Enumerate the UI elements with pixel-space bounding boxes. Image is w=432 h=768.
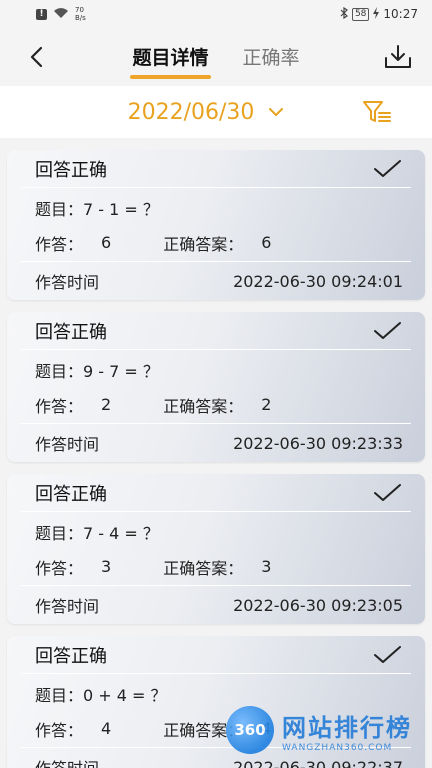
bluetooth-icon bbox=[340, 6, 348, 22]
alert-icon: ! bbox=[36, 8, 47, 20]
answer-label: 作答： bbox=[35, 558, 84, 578]
answer-value: 4 bbox=[101, 719, 112, 738]
tab-accuracy[interactable]: 正确率 bbox=[243, 35, 300, 70]
record-answer-row: 作答： 6 正确答案： 6 bbox=[21, 224, 411, 262]
time-label: 作答时间 bbox=[35, 273, 100, 292]
time-value: 2022-06-30 09:24:01 bbox=[233, 271, 403, 291]
time-label: 作答时间 bbox=[35, 597, 100, 616]
status-bar-right: 58 10:27 bbox=[340, 6, 418, 22]
record-question: 题目： 9 - 7 = ？ bbox=[21, 350, 411, 386]
record-answer-row: 作答： 2 正确答案： 2 bbox=[21, 386, 411, 424]
correct-answer-label: 正确答案： bbox=[163, 396, 244, 416]
battery-level: 58 bbox=[351, 7, 370, 21]
question-label: 题目： bbox=[35, 686, 84, 705]
correct-answer-label: 正确答案： bbox=[163, 234, 244, 254]
answer-label: 作答： bbox=[35, 720, 84, 740]
record-time-row: 作答时间 2022-06-30 09:22:37 bbox=[21, 748, 411, 768]
network-speed-value: 70 bbox=[75, 6, 84, 14]
record-question: 题目： 7 - 1 = ？ bbox=[21, 188, 411, 224]
record-question: 题目： 7 - 4 = ？ bbox=[21, 512, 411, 548]
record-status: 回答正确 bbox=[35, 159, 107, 181]
record-card[interactable]: 回答正确 题目： 7 - 4 = ？ 作答： 3 正确答案： 3 作答时间 20… bbox=[7, 474, 425, 624]
question-label: 题目： bbox=[35, 362, 84, 381]
status-bar-left: ! 70 B/s bbox=[36, 6, 86, 22]
question-text: 7 - 4 = ？ bbox=[83, 524, 159, 543]
correct-answer-label: 正确答案： bbox=[163, 558, 244, 578]
filter-list-icon bbox=[363, 101, 391, 122]
charging-icon bbox=[373, 6, 380, 22]
record-status: 回答正确 bbox=[35, 321, 107, 343]
record-answer-row: 作答： 4 正确答案： 4 bbox=[21, 710, 411, 748]
status-time: 10:27 bbox=[383, 7, 418, 21]
question-label: 题目： bbox=[35, 200, 84, 219]
date-picker[interactable]: 2022/06/30 bbox=[128, 100, 285, 125]
correct-answer-value: 2 bbox=[261, 395, 272, 414]
download-icon bbox=[385, 45, 411, 68]
question-text: 7 - 1 = ？ bbox=[83, 200, 159, 219]
checkmark-icon bbox=[374, 321, 401, 339]
record-status: 回答正确 bbox=[35, 483, 107, 505]
record-card[interactable]: 回答正确 题目： 9 - 7 = ？ 作答： 2 正确答案： 2 作答时间 20… bbox=[7, 312, 425, 462]
checkmark-icon bbox=[374, 483, 401, 501]
record-card[interactable]: 回答正确 题目： 7 - 1 = ？ 作答： 6 正确答案： 6 作答时间 20… bbox=[7, 150, 425, 300]
chevron-left-icon bbox=[30, 46, 43, 68]
record-question: 题目： 0 + 4 = ？ bbox=[21, 674, 411, 710]
correct-answer-value: 3 bbox=[261, 557, 272, 576]
status-bar: ! 70 B/s 58 10:27 bbox=[0, 0, 432, 28]
record-time-row: 作答时间 2022-06-30 09:23:05 bbox=[21, 586, 411, 624]
question-text: 0 + 4 = ？ bbox=[83, 686, 167, 705]
record-card[interactable]: 回答正确 题目： 0 + 4 = ？ 作答： 4 正确答案： 4 作答时间 20… bbox=[7, 636, 425, 768]
time-value: 2022-06-30 09:22:37 bbox=[233, 757, 403, 768]
correct-answer-value: 4 bbox=[261, 719, 272, 738]
record-list: 回答正确 题目： 7 - 1 = ？ 作答： 6 正确答案： 6 作答时间 20… bbox=[0, 138, 432, 768]
date-filter-bar: 2022/06/30 bbox=[0, 86, 432, 138]
back-button[interactable] bbox=[24, 43, 48, 71]
question-label: 题目： bbox=[35, 524, 84, 543]
answer-label: 作答： bbox=[35, 234, 84, 254]
record-header: 回答正确 bbox=[21, 312, 411, 350]
question-text: 9 - 7 = ？ bbox=[83, 362, 159, 381]
chevron-down-icon bbox=[269, 108, 284, 116]
answer-value: 3 bbox=[101, 557, 112, 576]
checkmark-icon bbox=[374, 645, 401, 663]
record-answer-row: 作答： 3 正确答案： 3 bbox=[21, 548, 411, 586]
record-header: 回答正确 bbox=[21, 474, 411, 512]
record-header: 回答正确 bbox=[21, 150, 411, 188]
time-label: 作答时间 bbox=[35, 755, 99, 768]
record-header: 回答正确 bbox=[21, 636, 411, 674]
checkmark-icon bbox=[374, 159, 401, 177]
answer-value: 6 bbox=[101, 233, 112, 252]
tab-bar: 题目详情 正确率 bbox=[130, 35, 300, 79]
download-button[interactable] bbox=[382, 42, 414, 72]
correct-answer-label: 正确答案： bbox=[163, 720, 244, 740]
time-value: 2022-06-30 09:23:05 bbox=[233, 595, 403, 615]
network-speed-unit: B/s bbox=[75, 14, 86, 22]
answer-label: 作答： bbox=[35, 396, 84, 416]
selected-date: 2022/06/30 bbox=[127, 99, 255, 125]
wifi-icon bbox=[53, 7, 69, 22]
correct-answer-value: 6 bbox=[261, 233, 272, 252]
time-label: 作答时间 bbox=[35, 435, 100, 454]
time-value: 2022-06-30 09:23:33 bbox=[233, 433, 403, 453]
header: 题目详情 正确率 bbox=[0, 28, 432, 86]
record-time-row: 作答时间 2022-06-30 09:24:01 bbox=[21, 262, 411, 300]
answer-value: 2 bbox=[101, 395, 112, 414]
network-speed: 70 B/s bbox=[75, 6, 86, 22]
record-time-row: 作答时间 2022-06-30 09:23:33 bbox=[21, 424, 411, 462]
tab-question-details[interactable]: 题目详情 bbox=[130, 35, 211, 79]
record-status: 回答正确 bbox=[35, 645, 107, 667]
filter-button[interactable] bbox=[362, 98, 392, 126]
